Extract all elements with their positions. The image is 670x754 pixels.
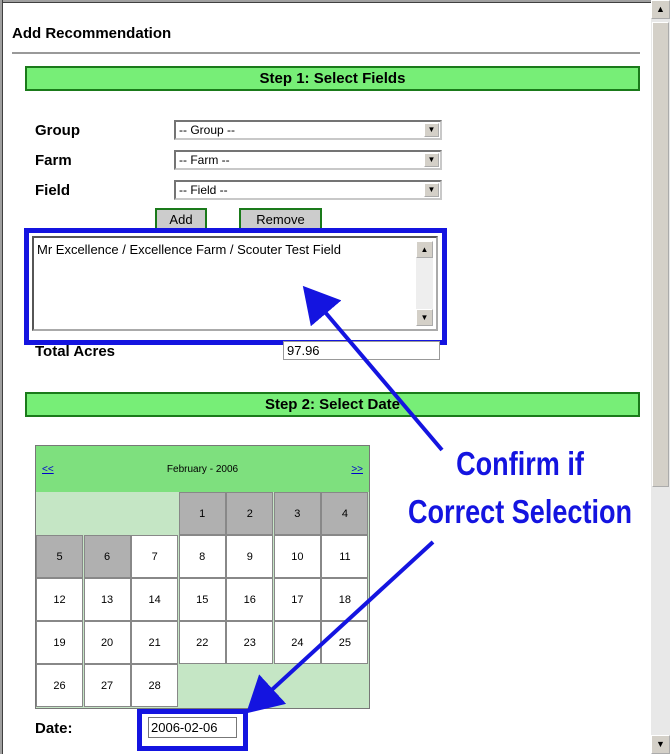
group-select[interactable]: -- Group -- ▼ [174, 120, 442, 140]
calendar-day[interactable]: 17 [273, 578, 321, 621]
calendar-month-title: February - 2006 [166, 464, 239, 475]
farm-select[interactable]: -- Farm -- ▼ [174, 150, 442, 170]
calendar-day[interactable]: 28 [131, 664, 179, 707]
highlight-box-selection [24, 228, 447, 345]
calendar-day[interactable]: 11 [321, 535, 369, 578]
annotation-note: Confirm if Correct Selection [405, 440, 635, 536]
calendar-day[interactable]: 15 [178, 578, 226, 621]
calendar-header: << February - 2006 >> [36, 446, 369, 492]
annotation-line1: Confirm if [456, 445, 584, 482]
calendar-day[interactable]: 13 [83, 578, 131, 621]
header-divider [12, 52, 640, 54]
step1-header: Step 1: Select Fields [25, 66, 640, 91]
calendar-day[interactable]: 22 [178, 621, 226, 664]
calendar-day[interactable]: 3 [273, 492, 321, 535]
total-acres-value: 97.96 [283, 341, 440, 360]
calendar-day[interactable]: 7 [131, 535, 179, 578]
calendar-day[interactable]: 9 [226, 535, 274, 578]
calendar-day[interactable]: 12 [36, 578, 83, 621]
next-month-link[interactable]: >> [351, 464, 363, 475]
chevron-down-icon[interactable]: ▼ [424, 183, 439, 197]
calendar-day[interactable]: 26 [36, 664, 83, 707]
group-select-value: -- Group -- [179, 123, 236, 137]
page-scrollbar[interactable]: ▲ ▼ [651, 0, 670, 754]
scrollbar-thumb[interactable] [652, 22, 669, 487]
calendar-day[interactable]: 23 [226, 621, 274, 664]
page-title: Add Recommendation [12, 25, 172, 42]
calendar-day[interactable]: 25 [321, 621, 369, 664]
window-frame-left [0, 0, 3, 754]
calendar-day[interactable]: 16 [226, 578, 274, 621]
highlight-box-date [137, 709, 248, 751]
calendar-day[interactable]: 1 [178, 492, 226, 535]
calendar-day[interactable]: 10 [273, 535, 321, 578]
field-label: Field [35, 182, 71, 199]
calendar-day[interactable]: 4 [321, 492, 369, 535]
calendar-day[interactable]: 24 [273, 621, 321, 664]
total-acres-label: Total Acres [35, 343, 116, 360]
step2-header: Step 2: Select Date [25, 392, 640, 417]
calendar-day[interactable]: 6 [83, 535, 131, 578]
field-select-value: -- Field -- [179, 183, 228, 197]
chevron-down-icon[interactable]: ▼ [424, 123, 439, 137]
calendar-day[interactable]: 2 [226, 492, 274, 535]
calendar-day[interactable]: 20 [83, 621, 131, 664]
calendar-day[interactable]: 21 [131, 621, 179, 664]
scroll-up-icon[interactable]: ▲ [651, 0, 670, 19]
farm-select-value: -- Farm -- [179, 153, 230, 167]
calendar-day[interactable]: 8 [178, 535, 226, 578]
group-label: Group [35, 122, 80, 139]
calendar-day[interactable]: 27 [83, 664, 131, 707]
farm-label: Farm [35, 152, 72, 169]
date-label: Date: [35, 720, 73, 737]
calendar: << February - 2006 >> 1 2 3 4 5 6 7 8 9 10 11 12 13 1… [35, 445, 370, 709]
chevron-down-icon[interactable]: ▼ [424, 153, 439, 167]
annotation-line2: Correct Selection [407, 493, 633, 530]
calendar-day[interactable]: 5 [36, 535, 83, 578]
calendar-day[interactable]: 19 [36, 621, 83, 664]
calendar-day[interactable]: 18 [321, 578, 369, 621]
calendar-day[interactable]: 14 [131, 578, 179, 621]
window-frame-top [0, 0, 651, 3]
scroll-down-icon[interactable]: ▼ [651, 735, 670, 754]
field-select[interactable]: -- Field -- ▼ [174, 180, 442, 200]
